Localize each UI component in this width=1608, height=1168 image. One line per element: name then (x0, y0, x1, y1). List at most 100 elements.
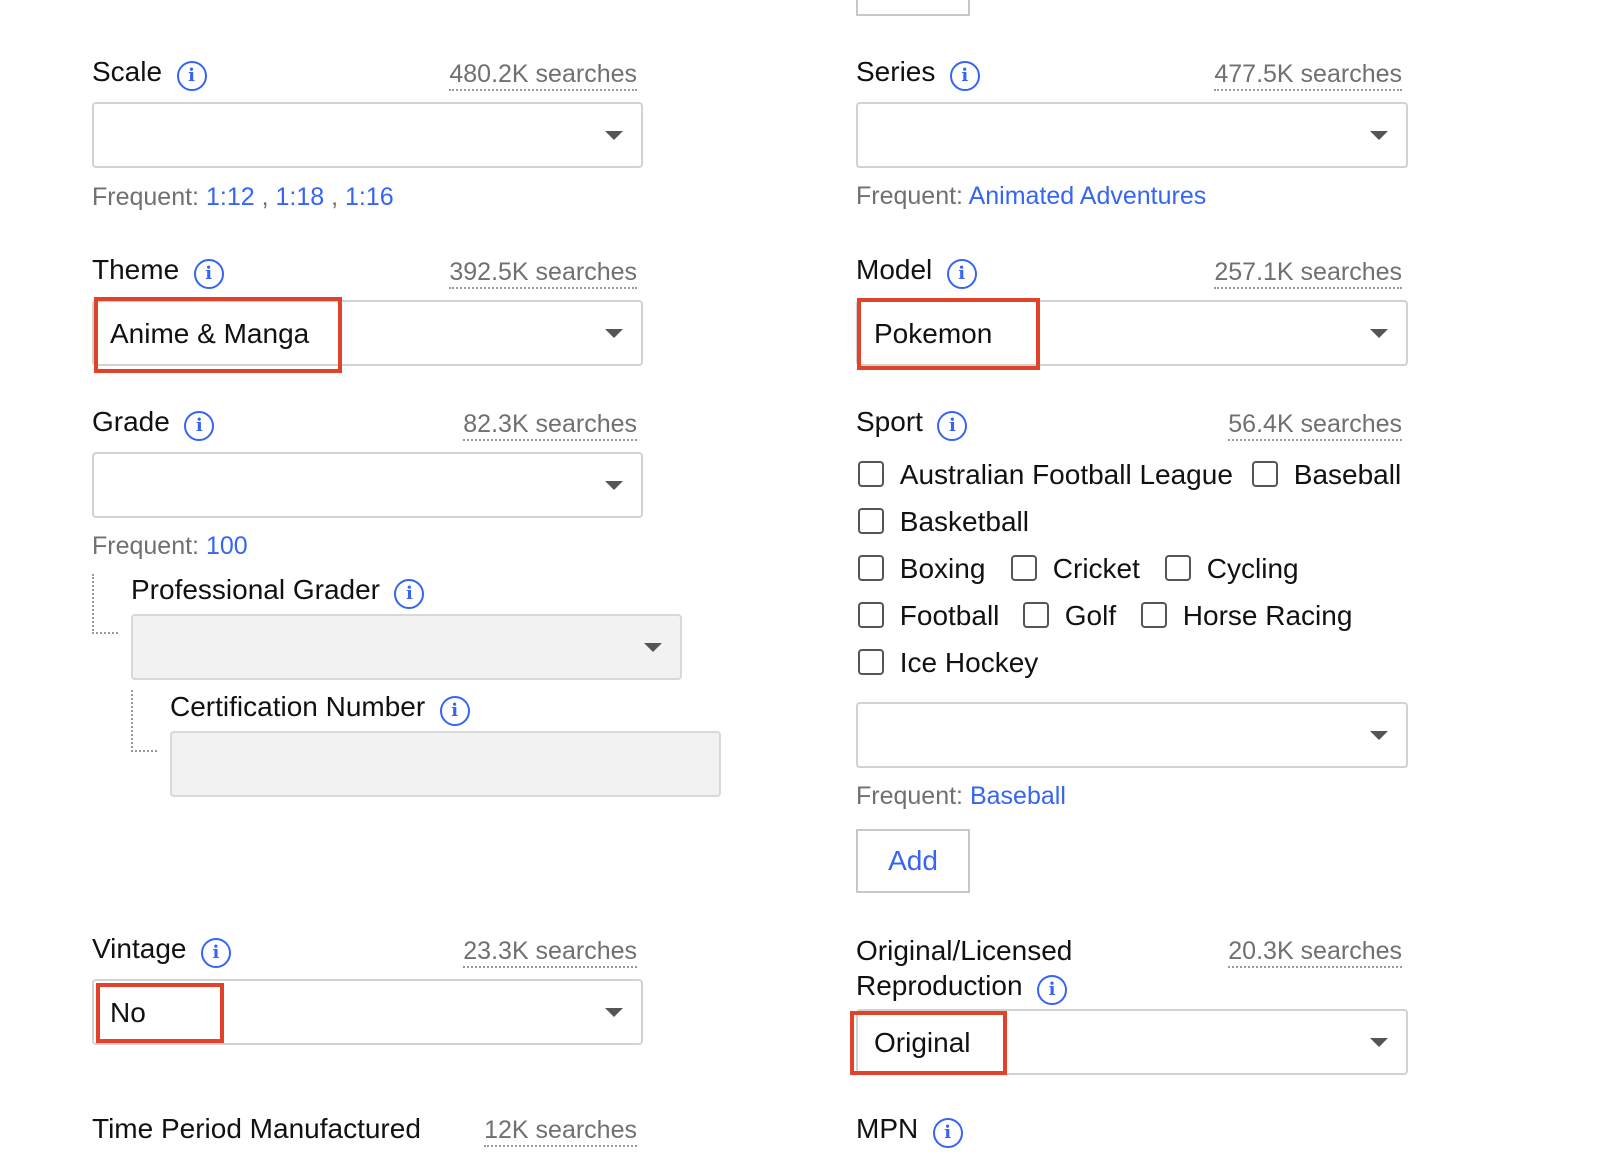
info-icon[interactable]: i (439, 696, 470, 726)
info-icon[interactable]: i (946, 259, 977, 289)
series-select[interactable] (856, 102, 1408, 168)
theme-highlight (94, 297, 342, 373)
series-frequent: Frequent: Animated Adventures (856, 182, 1206, 211)
sport-option-basketball[interactable]: Basketball (858, 506, 1029, 538)
series-searches[interactable]: 477.5K searches (1214, 59, 1402, 91)
info-icon[interactable]: i (937, 411, 968, 441)
time-period-label: Time Period Manufactured (92, 1113, 421, 1144)
checkbox[interactable] (1252, 461, 1278, 487)
info-icon[interactable]: i (176, 61, 207, 91)
model-highlight (857, 298, 1040, 370)
chevron-down-icon (1370, 1038, 1388, 1047)
time-period-searches[interactable]: 12K searches (484, 1115, 637, 1147)
model-field: Model i (856, 254, 977, 289)
scale-label: Scale (92, 56, 163, 87)
grade-label: Grade (92, 406, 170, 437)
series-label: Series (856, 56, 936, 87)
frequent-link-1-16[interactable]: 1:16 (345, 183, 394, 211)
info-icon[interactable]: i (932, 1118, 963, 1148)
tree-connector (92, 574, 118, 634)
frequent-prefix: Frequent: (856, 782, 964, 810)
option-label: Baseball (1293, 459, 1402, 490)
scale-searches[interactable]: 480.2K searches (449, 59, 637, 91)
grade-searches[interactable]: 82.3K searches (463, 409, 637, 441)
sport-frequent: Frequent: Baseball (856, 782, 1066, 811)
option-label: Horse Racing (1182, 600, 1353, 631)
professional-grader-field: Professional Grader i (131, 574, 425, 609)
vintage-label: Vintage (92, 933, 187, 964)
sport-option-baseball[interactable]: Baseball (1252, 459, 1401, 491)
sport-option-australian-football-league[interactable]: Australian Football League (858, 459, 1233, 491)
frequent-link-100[interactable]: 100 (206, 532, 248, 560)
option-label: Football (899, 600, 1000, 631)
model-label: Model (856, 254, 933, 285)
model-searches[interactable]: 257.1K searches (1214, 257, 1402, 289)
sport-field: Sport i (856, 406, 968, 441)
checkbox[interactable] (1011, 555, 1037, 581)
frequent-prefix: Frequent: (92, 532, 200, 560)
add-button[interactable]: Add (856, 829, 970, 893)
original-licensed-searches[interactable]: 20.3K searches (1228, 936, 1402, 968)
scale-select[interactable] (92, 102, 643, 168)
option-label: Australian Football League (899, 459, 1233, 490)
certification-number-label: Certification Number (170, 691, 426, 722)
certification-number-input[interactable] (170, 731, 721, 797)
checkbox[interactable] (1165, 555, 1191, 581)
info-icon[interactable]: i (184, 411, 215, 441)
sport-option-football[interactable]: Football (858, 600, 999, 632)
sport-searches[interactable]: 56.4K searches (1228, 409, 1402, 441)
info-icon[interactable]: i (394, 579, 425, 609)
sport-option-ice-hockey[interactable]: Ice Hockey (858, 647, 1038, 679)
chevron-down-icon (605, 1008, 623, 1017)
grade-frequent: Frequent: 100 (92, 532, 248, 561)
mpn-label: MPN (856, 1113, 919, 1144)
chevron-down-icon (1370, 731, 1388, 740)
sport-option-boxing[interactable]: Boxing (858, 553, 985, 585)
option-label: Cricket (1052, 553, 1140, 584)
checkbox[interactable] (1141, 602, 1167, 628)
info-icon[interactable]: i (193, 259, 224, 289)
professional-grader-select[interactable] (131, 614, 682, 680)
top-button-partial[interactable] (856, 0, 970, 16)
professional-grader-label: Professional Grader (131, 574, 381, 605)
option-label: Basketball (899, 506, 1029, 537)
theme-searches[interactable]: 392.5K searches (449, 257, 637, 289)
chevron-down-icon (605, 329, 623, 338)
grade-field: Grade i (92, 406, 215, 441)
frequent-prefix: Frequent: (92, 183, 200, 211)
vintage-field: Vintage i (92, 933, 231, 968)
sport-select[interactable] (856, 702, 1408, 768)
sport-option-horse-racing[interactable]: Horse Racing (1141, 600, 1352, 632)
sport-option-cycling[interactable]: Cycling (1165, 553, 1299, 585)
frequent-link-1-18[interactable]: 1:18 (275, 183, 324, 211)
series-field: Series i (856, 56, 980, 91)
chevron-down-icon (644, 643, 662, 652)
sport-option-cricket[interactable]: Cricket (1011, 553, 1140, 585)
frequent-link-1-12[interactable]: 1:12 (206, 183, 255, 211)
time-period-field: Time Period Manufactured (92, 1113, 421, 1145)
sport-option-golf[interactable]: Golf (1023, 600, 1116, 632)
certification-number-field: Certification Number i (170, 691, 470, 726)
chevron-down-icon (1370, 131, 1388, 140)
checkbox[interactable] (858, 649, 884, 675)
checkbox[interactable] (858, 508, 884, 534)
vintage-searches[interactable]: 23.3K searches (463, 936, 637, 968)
checkbox[interactable] (858, 602, 884, 628)
info-icon[interactable]: i (200, 938, 231, 968)
option-label: Golf (1064, 600, 1117, 631)
checkbox[interactable] (1023, 602, 1049, 628)
chevron-down-icon (605, 131, 623, 140)
info-icon[interactable]: i (1037, 975, 1068, 1005)
grade-select[interactable] (92, 452, 643, 518)
option-label: Boxing (899, 553, 986, 584)
option-label: Ice Hockey (899, 647, 1039, 678)
original-licensed-field: Original/Licensed Reproduction i (856, 933, 1072, 1008)
frequent-link-animated-adventures[interactable]: Animated Adventures (969, 182, 1207, 210)
info-icon[interactable]: i (949, 61, 980, 91)
frequent-prefix: Frequent: (856, 182, 964, 210)
checkbox[interactable] (858, 555, 884, 581)
theme-label: Theme (92, 254, 180, 285)
scale-frequent: Frequent: 1:12 , 1:18 , 1:16 (92, 183, 394, 211)
checkbox[interactable] (858, 461, 884, 487)
frequent-link-baseball[interactable]: Baseball (970, 782, 1066, 810)
